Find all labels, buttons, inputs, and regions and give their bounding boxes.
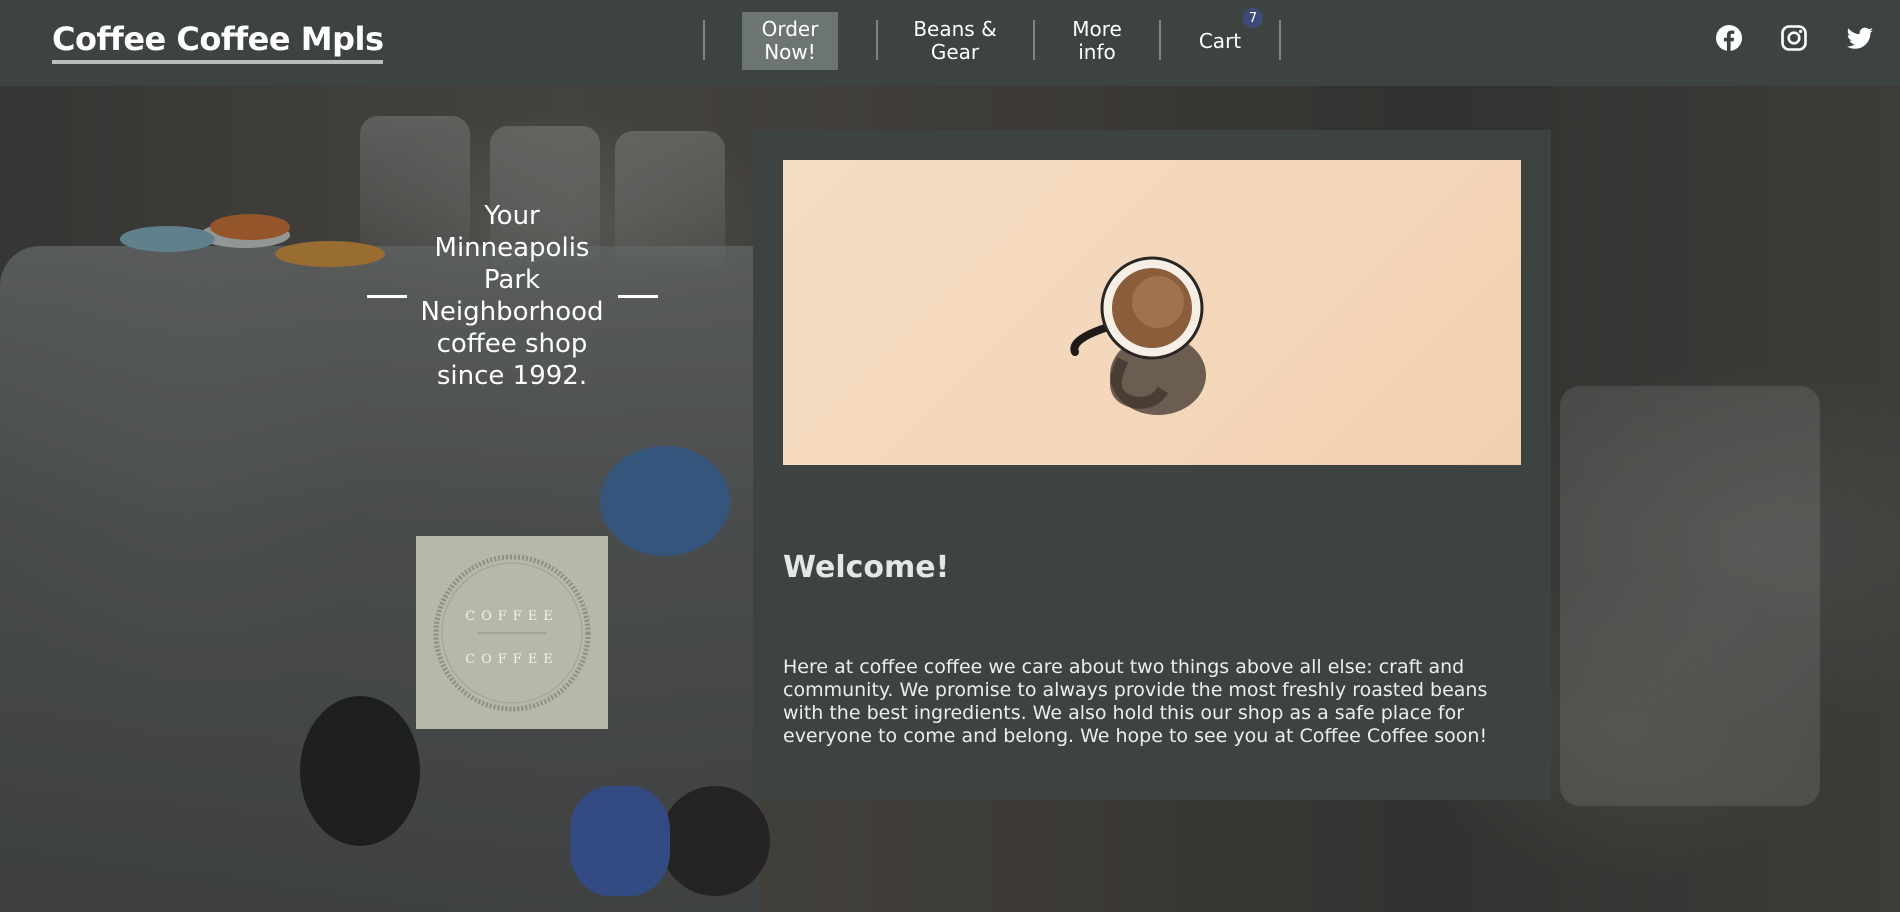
coffee-cup-icon	[1070, 256, 1206, 415]
nav-cart-label: Cart	[1198, 28, 1242, 53]
tagline-left-rule	[367, 295, 407, 298]
nav-beans-gear[interactable]: Beans & Gear	[900, 12, 1010, 70]
twitter-icon[interactable]	[1845, 24, 1875, 52]
coffee-coffee-logo: COFFEE COFFEE	[416, 536, 608, 729]
nav-divider	[876, 20, 878, 60]
nav-divider	[703, 20, 705, 60]
instagram-icon[interactable]	[1780, 24, 1808, 52]
welcome-panel: Welcome! Here at coffee coffee we care a…	[753, 130, 1551, 800]
welcome-intro-text: Here at coffee coffee we care about two …	[783, 656, 1488, 747]
nav-more-info[interactable]: More info	[1058, 12, 1136, 70]
logo-ring-icon: COFFEE COFFEE	[433, 554, 591, 711]
site-header: Coffee Coffee Mpls Order Now! Beans & Ge…	[0, 0, 1900, 86]
cart-count-badge: 7	[1243, 8, 1263, 28]
nav-more-info-label: More info	[1072, 17, 1122, 64]
tagline-right-rule	[618, 295, 658, 298]
coffee-cup-image	[783, 160, 1521, 465]
logo-text-bottom: COFFEE	[465, 652, 559, 667]
nav-divider	[1033, 20, 1035, 60]
logo-text-top: COFFEE	[465, 609, 559, 624]
nav-order-now[interactable]: Order Now!	[742, 12, 838, 70]
site-brand[interactable]: Coffee Coffee Mpls	[52, 20, 384, 64]
nav-beans-gear-label: Beans & Gear	[913, 17, 997, 64]
hero-tagline: Your Minneapolis Park Neighborhood coffe…	[420, 201, 604, 391]
welcome-heading: Welcome!	[783, 550, 950, 585]
nav-divider	[1279, 20, 1281, 60]
nav-divider	[1159, 20, 1161, 60]
facebook-icon[interactable]	[1715, 24, 1743, 52]
nav-order-now-label: Order Now!	[761, 17, 819, 64]
